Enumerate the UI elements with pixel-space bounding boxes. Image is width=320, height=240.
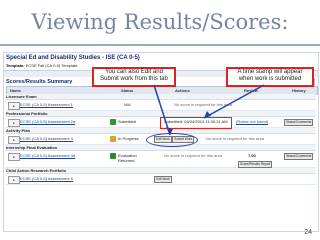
screenshot-frame: Special Ed and Disability Studies - ISE …	[3, 52, 319, 232]
slide-title: Viewing Results/Scores:	[31, 10, 289, 34]
page-number: 24	[304, 229, 312, 236]
callout-arrows	[153, 84, 265, 136]
title-divider	[0, 44, 320, 46]
